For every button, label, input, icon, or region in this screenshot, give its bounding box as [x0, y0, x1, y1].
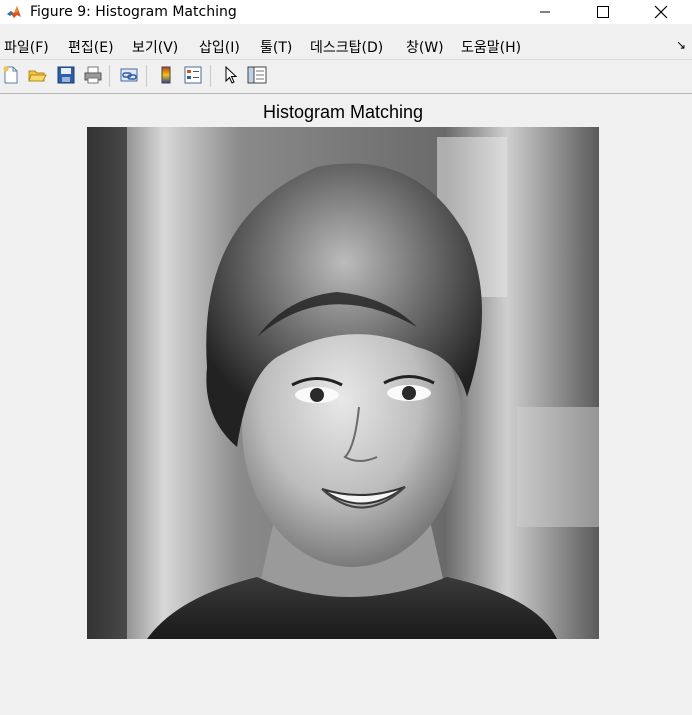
colorbar-icon [161, 66, 171, 84]
minimize-icon [540, 11, 550, 13]
toolbar-separator [146, 65, 147, 87]
menu-desktop[interactable]: 데스크탑(D) [310, 37, 383, 57]
toolbar-divider [0, 59, 692, 60]
close-icon [654, 5, 668, 19]
property-inspector-button[interactable] [246, 64, 268, 86]
menu-window[interactable]: 창(W) [406, 37, 444, 57]
window-title: Figure 9: Histogram Matching [30, 4, 237, 20]
menu-help[interactable]: 도움말(H) [461, 37, 521, 57]
menu-insert[interactable]: 삽입(I) [199, 37, 240, 57]
figure-toolbar [0, 62, 692, 92]
toolbar-bottom-divider [0, 93, 692, 94]
property-inspector-icon [247, 66, 267, 84]
link-plot-button[interactable] [118, 64, 140, 86]
insert-colorbar-button[interactable] [155, 64, 177, 86]
maximize-icon [597, 6, 609, 18]
open-file-icon [28, 70, 47, 82]
print-icon [84, 66, 102, 84]
print-button[interactable] [82, 64, 104, 86]
save-button[interactable] [55, 64, 77, 86]
title-bar: Figure 9: Histogram Matching [0, 0, 692, 24]
menu-edit[interactable]: 편집(E) [68, 37, 114, 57]
menu-view[interactable]: 보기(V) [132, 37, 178, 57]
open-file-button[interactable] [26, 64, 48, 86]
histogram-matched-image [87, 127, 599, 639]
matlab-logo-icon [7, 6, 21, 18]
close-button[interactable] [632, 0, 690, 24]
new-figure-button[interactable] [0, 64, 22, 86]
menu-tools[interactable]: 툴(T) [260, 37, 292, 57]
dock-figure-arrow-icon[interactable]: ↘ [676, 38, 686, 52]
axes-title: Histogram Matching [262, 102, 424, 122]
new-figure-icon [3, 66, 18, 84]
legend-icon [184, 66, 202, 84]
insert-legend-button[interactable] [182, 64, 204, 86]
toolbar-separator [109, 65, 110, 87]
maximize-button[interactable] [574, 0, 632, 24]
toolbar-separator [210, 65, 211, 87]
save-icon [57, 66, 75, 84]
link-plot-icon [120, 68, 138, 82]
menu-bar: 파일(F) 편집(E) 보기(V) 삽입(I) 툴(T) 데스크탑(D) 창(W… [0, 34, 692, 56]
edit-plot-button[interactable] [220, 64, 242, 86]
menu-file[interactable]: 파일(F) [4, 37, 49, 57]
grayscale-portrait-image [87, 127, 599, 639]
edit-plot-arrow-icon [225, 65, 238, 84]
minimize-button[interactable] [516, 0, 574, 24]
